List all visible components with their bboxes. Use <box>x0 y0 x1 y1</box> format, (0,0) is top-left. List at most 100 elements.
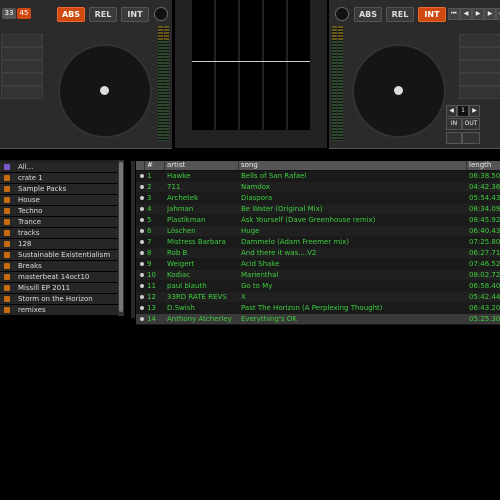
crate-icon <box>4 307 10 313</box>
sidebar-item[interactable]: 128 <box>0 239 118 250</box>
table-row[interactable]: 9 Weigert Acid Shake 07:46.52 <box>136 259 500 270</box>
deck-a-badge-33[interactable]: 33 <box>2 8 16 19</box>
right-pad-3[interactable] <box>459 60 500 73</box>
waveform-lane-1 <box>192 0 214 130</box>
row-length: 05:42.44 <box>469 293 500 301</box>
table-row[interactable]: 3 Archetek Diaspora 05:54.43 <box>136 193 500 204</box>
deck-a-badge-45[interactable]: 45 <box>17 8 31 19</box>
sidebar-item[interactable]: Breaks <box>0 261 118 272</box>
left-pitch-knob[interactable] <box>154 7 168 21</box>
sidebar-item[interactable]: remixes <box>0 305 118 316</box>
prev-icon[interactable]: ◀ <box>460 8 472 20</box>
left-level-meter <box>158 26 163 141</box>
sidebar-item[interactable]: Missill EP 2011 <box>0 283 118 294</box>
row-artist: 711 <box>167 183 181 191</box>
sidebar-item-label: House <box>18 196 40 204</box>
sidebar-item[interactable]: House <box>0 195 118 206</box>
skip-forward-icon[interactable]: ⏭ <box>496 8 500 20</box>
loop-out-button[interactable]: OUT <box>462 118 480 130</box>
sidebar-item-label: remixes <box>18 306 46 314</box>
crate-icon <box>4 285 10 291</box>
table-row[interactable]: 14 Anthony Atcherley Everything's OK 05:25.… <box>136 314 500 325</box>
sidebar-scroll-thumb[interactable] <box>119 162 123 312</box>
row-length: 08:34.09 <box>469 205 500 213</box>
loop-extra-button-2[interactable] <box>462 132 480 144</box>
right-pad-1[interactable] <box>459 34 500 47</box>
crate-icon <box>4 263 10 269</box>
skip-back-icon[interactable]: ⏮ <box>448 8 460 20</box>
next-icon[interactable]: ▶ <box>484 8 496 20</box>
sidebar-item[interactable]: Trance <box>0 217 118 228</box>
table-row[interactable]: 11 paul blauth Go to My 06:58.40 <box>136 281 500 292</box>
left-pad-3[interactable] <box>1 60 43 73</box>
table-row[interactable]: 7 Mistress Barbara Dammelo (Adam Freemer m… <box>136 237 500 248</box>
table-left-scrollbar[interactable] <box>131 161 135 318</box>
table-row[interactable]: 4 Jahman Be Water (Original Mix) 08:34.09 <box>136 204 500 215</box>
row-number: 3 <box>147 194 152 202</box>
col-length-header[interactable]: length <box>467 161 500 170</box>
right-pad-2[interactable] <box>459 47 500 60</box>
table-row[interactable]: 13 D.Swish Past The Horizon (A Perplexing … <box>136 303 500 314</box>
row-number: 2 <box>147 183 152 191</box>
crate-icon <box>4 252 10 258</box>
row-song: X <box>241 293 246 301</box>
loop-next-button[interactable]: ▶ <box>469 105 480 117</box>
table-row[interactable]: 5 Plastikman Ask Yourself (Dave Greenhouse… <box>136 215 500 226</box>
col-num-header[interactable]: # <box>145 161 165 170</box>
sidebar-item-label: crate 1 <box>18 174 43 182</box>
sidebar-item[interactable]: crate 1 <box>0 173 118 184</box>
right-int-button[interactable]: INT <box>418 7 446 22</box>
row-length: 05:25.30 <box>469 315 500 323</box>
sidebar-item[interactable]: Sustainable Existentialism <box>0 250 118 261</box>
right-pad-4[interactable] <box>459 73 500 86</box>
right-jog-wheel[interactable] <box>352 44 446 138</box>
left-pad-4[interactable] <box>1 73 43 86</box>
sidebar-item[interactable]: masterbeat 14oct10 <box>0 272 118 283</box>
row-bullet-icon <box>140 262 144 266</box>
sidebar-scrollbar[interactable] <box>118 160 124 316</box>
loop-prev-button[interactable]: ◀ <box>446 105 457 117</box>
left-pad-2[interactable] <box>1 47 43 60</box>
left-pad-1[interactable] <box>1 34 43 47</box>
play-icon[interactable]: ▶ <box>472 8 484 20</box>
left-pad-5[interactable] <box>1 86 43 99</box>
left-rel-button[interactable]: REL <box>89 7 117 22</box>
row-length: 06:43.20 <box>469 304 500 312</box>
table-row[interactable]: 1 Hawke Bells of San Rafael 06:38.50 <box>136 171 500 182</box>
left-int-button[interactable]: INT <box>121 7 149 22</box>
table-row[interactable]: 8 Rob B And there it was....V2 06:27.71 <box>136 248 500 259</box>
loop-value: 1 <box>457 105 469 117</box>
left-jog-wheel[interactable] <box>58 44 152 138</box>
sidebar-item[interactable]: Sample Packs <box>0 184 118 195</box>
row-number: 1 <box>147 172 152 180</box>
row-artist: Rob B <box>167 249 188 257</box>
row-length: 08:02.72 <box>469 271 500 279</box>
row-artist: Jahman <box>167 205 194 213</box>
left-abs-button[interactable]: ABS <box>57 7 85 22</box>
sidebar-item[interactable]: Storm on the Horizon <box>0 294 118 305</box>
table-row[interactable]: 2 711 Namdox 04:42.36 <box>136 182 500 193</box>
col-song-header[interactable]: song <box>239 161 467 170</box>
right-pitch-knob[interactable] <box>335 7 349 21</box>
loop-extra-button[interactable] <box>446 132 462 144</box>
row-artist: Hawke <box>167 172 191 180</box>
col-artist-header[interactable]: artist <box>165 161 239 170</box>
row-length: 06:38.50 <box>469 172 500 180</box>
table-row[interactable]: 12 33RD RATE REVS X 05:42.44 <box>136 292 500 303</box>
table-row[interactable]: 6 Löschen Huge 06:40.43 <box>136 226 500 237</box>
row-song: Diaspora <box>241 194 273 202</box>
row-artist: 33RD RATE REVS <box>167 293 227 301</box>
row-number: 9 <box>147 260 152 268</box>
loop-in-button[interactable]: IN <box>446 118 462 130</box>
sidebar-item[interactable]: All... <box>0 162 118 173</box>
crate-icon <box>4 230 10 236</box>
col-bullet-header[interactable] <box>136 161 145 170</box>
row-song: Bells of San Rafael <box>241 172 307 180</box>
right-pad-5[interactable] <box>459 86 500 99</box>
right-abs-button[interactable]: ABS <box>354 7 382 22</box>
right-rel-button[interactable]: REL <box>386 7 414 22</box>
sidebar-item[interactable]: Techno <box>0 206 118 217</box>
table-row[interactable]: 10 Kodiac Marienthal 08:02.72 <box>136 270 500 281</box>
row-song: Huge <box>241 227 260 235</box>
sidebar-item[interactable]: tracks <box>0 228 118 239</box>
